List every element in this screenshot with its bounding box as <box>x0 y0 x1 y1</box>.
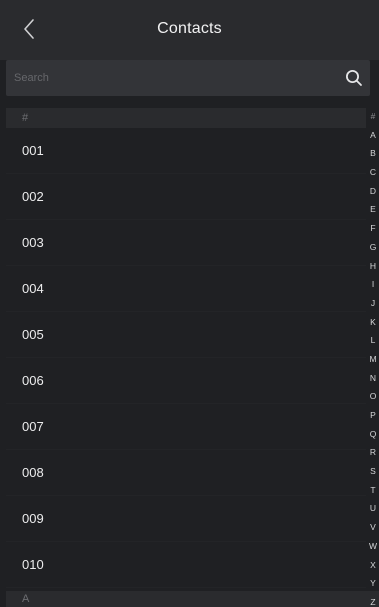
index-letter[interactable]: K <box>370 317 376 327</box>
list-item[interactable]: 006 <box>6 358 366 404</box>
index-letter[interactable]: G <box>370 242 377 252</box>
index-letter[interactable]: U <box>370 503 376 513</box>
list-item[interactable]: 007 <box>6 404 366 450</box>
index-letter[interactable]: P <box>370 410 376 420</box>
contact-list: # 001 002 003 004 005 006 007 008 009 01… <box>6 108 379 607</box>
index-letter[interactable]: Y <box>370 578 376 588</box>
index-letter[interactable]: W <box>369 541 377 551</box>
index-letter[interactable]: N <box>370 373 376 383</box>
search-input[interactable] <box>14 60 324 96</box>
index-letter[interactable]: V <box>370 522 376 532</box>
index-letter[interactable]: H <box>370 261 376 271</box>
search-icon[interactable] <box>344 68 364 88</box>
index-letter[interactable]: A <box>370 130 376 140</box>
index-letter[interactable]: Q <box>370 429 377 439</box>
index-letter[interactable]: M <box>369 354 376 364</box>
index-letter[interactable]: Z <box>370 597 375 607</box>
list-item[interactable]: 010 <box>6 542 366 588</box>
index-letter[interactable]: T <box>370 485 375 495</box>
index-letter[interactable]: B <box>370 148 376 158</box>
alphabet-index[interactable]: # A B C D E F G H I J K L M N O P Q R S … <box>367 111 379 607</box>
index-letter[interactable]: D <box>370 186 376 196</box>
index-letter[interactable]: J <box>371 298 375 308</box>
index-letter[interactable]: F <box>370 223 375 233</box>
search-bar <box>6 60 370 96</box>
index-letter[interactable]: C <box>370 167 376 177</box>
list-item[interactable]: 003 <box>6 220 366 266</box>
section-header-hash: # <box>6 108 366 128</box>
list-item[interactable]: 001 <box>6 128 366 174</box>
list-item[interactable]: 004 <box>6 266 366 312</box>
contacts-screen: Contacts # 001 002 003 004 005 006 007 0… <box>0 0 379 607</box>
section-header-a: A <box>6 591 379 607</box>
index-letter[interactable]: R <box>370 447 376 457</box>
index-letter[interactable]: I <box>372 279 374 289</box>
index-letter[interactable]: # <box>371 111 376 121</box>
list-item[interactable]: 005 <box>6 312 366 358</box>
index-letter[interactable]: S <box>370 466 376 476</box>
header-bar: Contacts <box>0 0 379 60</box>
index-letter[interactable]: O <box>370 391 377 401</box>
index-letter[interactable]: X <box>370 560 376 570</box>
index-letter[interactable]: L <box>371 335 376 345</box>
list-item[interactable]: 009 <box>6 496 366 542</box>
list-item[interactable]: 008 <box>6 450 366 496</box>
list-item[interactable]: 002 <box>6 174 366 220</box>
page-title: Contacts <box>157 20 222 37</box>
index-letter[interactable]: E <box>370 204 376 214</box>
